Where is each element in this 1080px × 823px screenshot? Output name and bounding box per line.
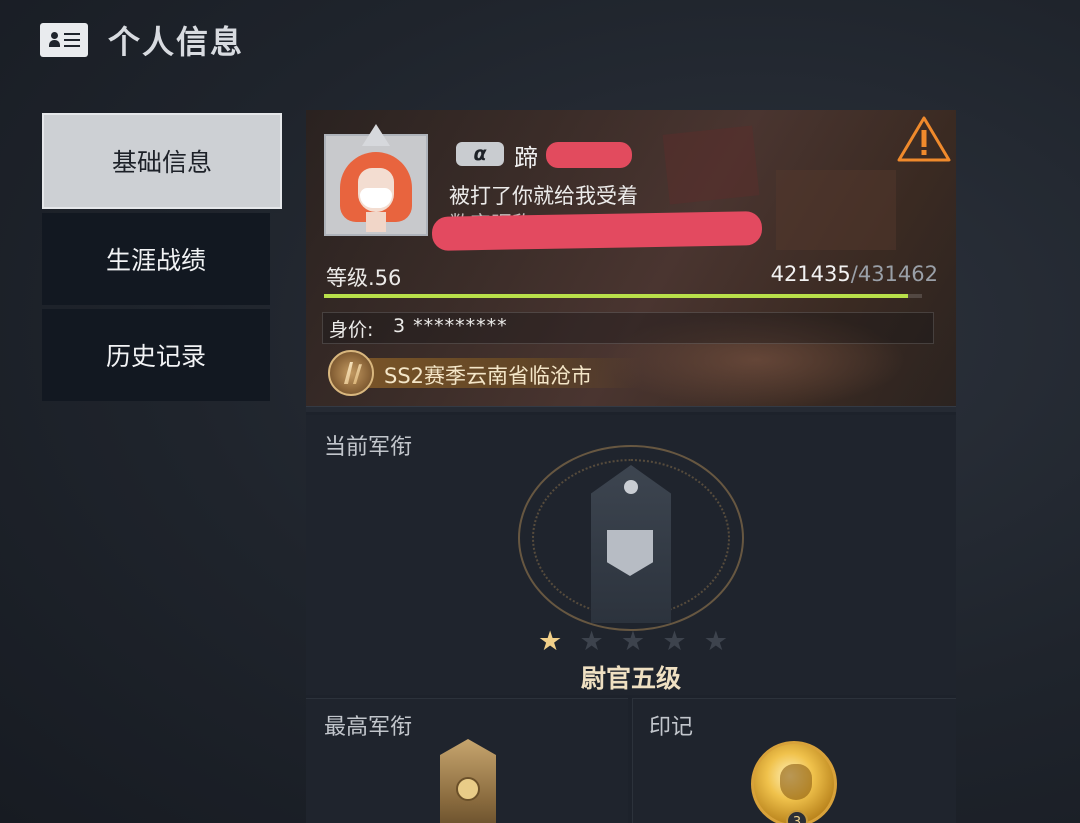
sidebar-item-label: 基础信息 bbox=[111, 148, 212, 177]
lion-emblem-icon bbox=[456, 777, 480, 801]
sidebar-item-basic-info[interactable]: 基础信息 bbox=[42, 113, 282, 209]
experience-bar bbox=[324, 294, 922, 298]
star-empty-icon: ★ bbox=[662, 626, 687, 657]
marks-section: 印记 3 bbox=[632, 698, 956, 823]
page-title: 个人信息 bbox=[108, 23, 245, 61]
medal-level-badge: 3 bbox=[786, 810, 808, 823]
current-rank-name: 尉官五级 bbox=[580, 664, 681, 693]
avatar-portrait bbox=[340, 152, 412, 232]
rank-stars: ★ ★ ★ ★ ★ bbox=[538, 627, 728, 657]
player-name: 蹄 bbox=[514, 144, 538, 172]
star-empty-icon: ★ bbox=[620, 626, 646, 657]
experience-bar-fill bbox=[324, 294, 909, 298]
sidebar-item-history[interactable]: 历史记录 bbox=[42, 309, 270, 401]
net-worth-field: 身价: 3 ********* bbox=[322, 312, 934, 344]
highest-rank-section: 最高军衔 bbox=[306, 698, 628, 823]
profile-card-icon bbox=[40, 23, 88, 57]
board-button-decoration bbox=[624, 480, 638, 494]
main-panel: α 蹄 被打了你就给我受着 数字昵称 等级.56 421435/431462 身… bbox=[306, 110, 956, 823]
season-title-icon bbox=[328, 350, 374, 396]
avatar[interactable] bbox=[324, 134, 428, 236]
marks-label: 印记 bbox=[649, 715, 694, 740]
lion-medal-icon[interactable]: 3 bbox=[751, 741, 837, 823]
profile-card: α 蹄 被打了你就给我受着 数字昵称 等级.56 421435/431462 身… bbox=[306, 110, 956, 408]
exp-max: 431462 bbox=[857, 262, 938, 286]
player-signature: 被打了你就给我受着 bbox=[449, 184, 638, 208]
background-decoration bbox=[776, 170, 896, 250]
page-header: 个人信息 bbox=[40, 20, 245, 61]
experience-readout: 421435/431462 bbox=[771, 262, 938, 286]
net-worth-label: 身价: bbox=[329, 319, 374, 341]
net-worth-value: 3 ********* bbox=[393, 315, 508, 337]
sidebar: 基础信息 生涯战绩 历史记录 bbox=[42, 113, 282, 405]
tier-badge: α bbox=[456, 142, 504, 166]
warning-triangle-icon[interactable] bbox=[896, 114, 952, 164]
exp-current: 421435 bbox=[770, 262, 851, 286]
level-label: 等级.56 bbox=[326, 266, 402, 290]
star-empty-icon: ★ bbox=[579, 626, 604, 657]
current-rank-section: 当前军衔 ★ ★ ★ ★ ★ 尉官五级 bbox=[306, 415, 956, 695]
star-filled-icon: ★ bbox=[538, 626, 563, 657]
star-empty-icon: ★ bbox=[703, 626, 728, 657]
background-decoration bbox=[662, 125, 760, 205]
sidebar-item-label: 生涯战绩 bbox=[105, 246, 206, 275]
season-title-text: SS2赛季云南省临沧市 bbox=[384, 364, 593, 388]
exp-separator: / bbox=[850, 262, 858, 286]
sidebar-item-label: 历史记录 bbox=[105, 342, 206, 371]
redaction-mark bbox=[431, 211, 763, 251]
redaction-mark bbox=[546, 142, 632, 168]
highest-rank-label: 最高军衔 bbox=[324, 715, 413, 740]
lion-face-icon bbox=[780, 764, 812, 800]
current-rank-label: 当前军衔 bbox=[324, 435, 413, 460]
sidebar-item-career-stats[interactable]: 生涯战绩 bbox=[42, 213, 270, 305]
divider bbox=[306, 406, 956, 412]
